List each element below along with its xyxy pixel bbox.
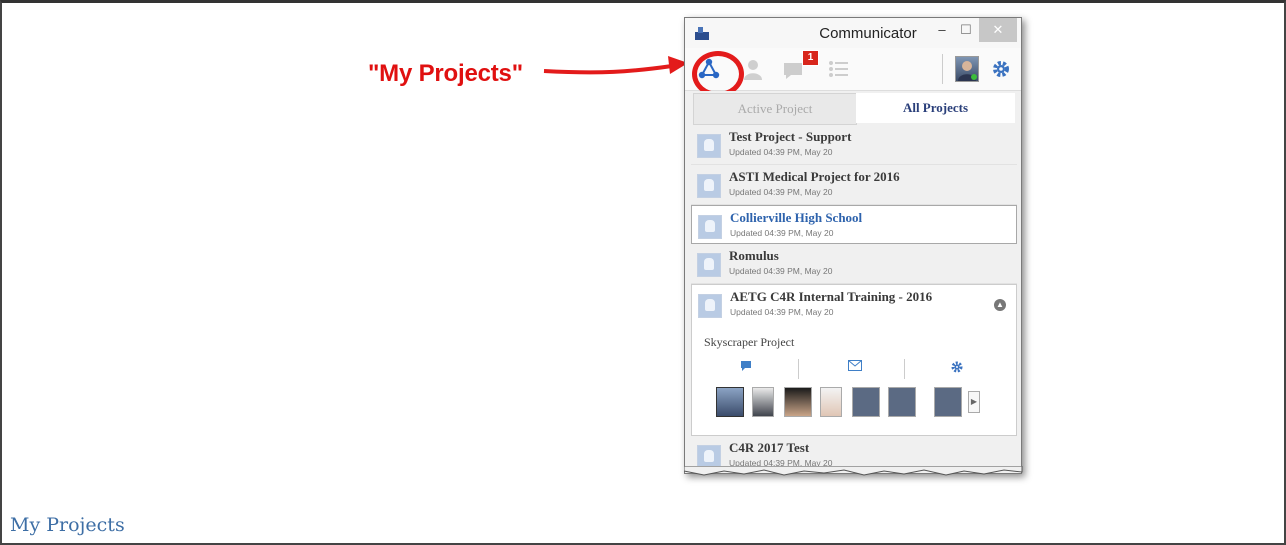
contacts-button[interactable]: [739, 56, 767, 82]
member-avatar-placeholder[interactable]: [888, 387, 916, 417]
list-icon: [829, 61, 848, 77]
list-item-expanded[interactable]: AETG C4R Internal Training - 2016 Update…: [691, 284, 1017, 436]
member-avatar[interactable]: [784, 387, 812, 417]
user-avatar[interactable]: [955, 56, 979, 82]
toolbar: 1: [685, 48, 1021, 97]
tasks-button[interactable]: [825, 56, 853, 82]
sub-project-name: Skyscraper Project: [704, 335, 795, 349]
project-settings-icon[interactable]: [950, 360, 964, 377]
list-item[interactable]: Test Project - Support Updated 04:39 PM,…: [691, 125, 1017, 165]
project-icon: [697, 174, 721, 198]
project-name: Collierville High School: [730, 210, 863, 225]
user-photo-icon: [958, 61, 977, 81]
close-button[interactable]: ✕: [979, 18, 1017, 42]
tab-all-projects[interactable]: All Projects: [856, 93, 1015, 123]
project-updated: Updated 04:39 PM, May 20: [729, 266, 833, 276]
callout-arrow: [543, 56, 688, 75]
toolbar-divider: [942, 54, 943, 84]
project-name: Romulus: [729, 248, 779, 263]
project-icon: [697, 253, 721, 277]
member-avatar[interactable]: [820, 387, 842, 417]
member-avatar-placeholder[interactable]: [852, 387, 880, 417]
person-icon: [744, 60, 762, 80]
collapse-chevron-icon[interactable]: ▲: [994, 299, 1006, 311]
member-avatar[interactable]: [752, 387, 774, 417]
project-updated: Updated 04:39 PM, May 20: [729, 147, 833, 157]
maximize-button[interactable]: ☐: [952, 18, 980, 42]
project-name: AETG C4R Internal Training - 2016: [730, 289, 933, 304]
project-icon: [698, 215, 722, 239]
next-members-button[interactable]: ▶: [968, 391, 980, 413]
action-divider: [904, 359, 905, 379]
gear-icon: [993, 61, 1009, 77]
email-action-icon[interactable]: [848, 360, 862, 374]
project-name: ASTI Medical Project for 2016: [729, 169, 900, 184]
project-name: Test Project - Support: [729, 129, 852, 144]
project-icon: [698, 294, 722, 318]
project-name: C4R 2017 Test: [729, 440, 810, 455]
message-count-badge: 1: [802, 50, 819, 66]
project-actions: [692, 357, 1016, 379]
torn-edge: [684, 466, 1023, 476]
list-item[interactable]: ASTI Medical Project for 2016 Updated 04…: [691, 165, 1017, 205]
action-divider: [798, 359, 799, 379]
communicator-window: Communicator – ☐ ✕ 1 Active Project All …: [684, 17, 1022, 474]
tab-active-project[interactable]: Active Project: [693, 93, 857, 125]
project-icon: [697, 134, 721, 158]
list-item-selected[interactable]: Collierville High School Updated 04:39 P…: [691, 205, 1017, 244]
chat-action-icon[interactable]: [740, 360, 752, 375]
list-item[interactable]: Romulus Updated 04:39 PM, May 20: [691, 244, 1017, 284]
project-list: Test Project - Support Updated 04:39 PM,…: [691, 125, 1017, 473]
project-updated: Updated 04:39 PM, May 20: [730, 228, 834, 238]
project-updated: Updated 04:39 PM, May 20: [729, 187, 833, 197]
project-tabs: Active Project All Projects: [685, 91, 1021, 125]
member-strip: ▶: [708, 387, 1008, 419]
title-bar: Communicator – ☐ ✕: [685, 18, 1021, 48]
project-updated: Updated 04:39 PM, May 20: [730, 307, 834, 317]
member-avatar-placeholder[interactable]: [934, 387, 962, 417]
section-caption: My Projects: [10, 514, 125, 536]
my-projects-button[interactable]: [692, 51, 744, 97]
member-avatar[interactable]: [716, 387, 744, 417]
settings-button[interactable]: [987, 56, 1015, 82]
